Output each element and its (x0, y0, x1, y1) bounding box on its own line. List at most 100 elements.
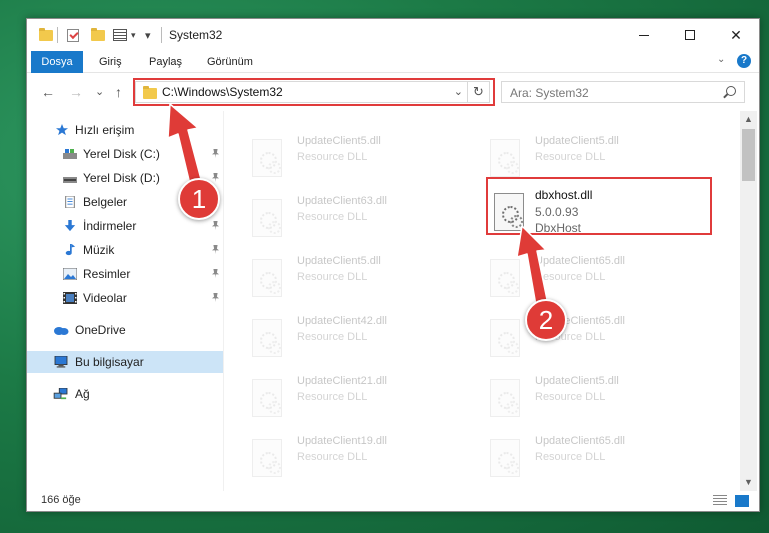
tab-view[interactable]: Görünüm (199, 51, 261, 73)
file-name: UpdateClient21.dll (297, 375, 387, 387)
pin-icon (212, 269, 219, 278)
file-name: UpdateClient63.dll (297, 195, 387, 207)
cloud-icon (54, 327, 69, 335)
list-item[interactable]: UpdateClient19.dll Resource DLL (224, 429, 450, 483)
scroll-thumb[interactable] (742, 129, 755, 181)
details-view-icon[interactable] (713, 495, 727, 507)
sidebar-item-music[interactable]: Müzik (27, 239, 223, 261)
dll-file-icon (252, 139, 282, 177)
dll-file-icon (490, 139, 520, 177)
tab-share[interactable]: Paylaş (141, 51, 190, 73)
sidebar-item-label: Müzik (83, 243, 115, 257)
search-box[interactable]: Ara: System32 (501, 81, 745, 103)
callout-badge-1: 1 (178, 178, 220, 220)
status-bar: 166 öğe (27, 491, 759, 511)
close-icon: ✕ (730, 26, 742, 43)
list-item[interactable]: UpdateClient21.dll Resource DLL (224, 369, 450, 423)
forward-button[interactable]: → (69, 84, 83, 100)
dll-file-icon (252, 439, 282, 477)
sidebar-item-network[interactable]: Ağ (27, 383, 223, 405)
list-item[interactable]: UpdateClient5.dll Resource DLL (224, 249, 450, 303)
dll-file-icon (252, 319, 282, 357)
file-name: UpdateClient42.dll (297, 315, 387, 327)
videos-icon (63, 292, 77, 304)
sidebar-item-this-pc[interactable]: Bu bilgisayar (27, 351, 223, 373)
dll-file-icon (490, 439, 520, 477)
expand-ribbon-icon[interactable]: ⌄ (717, 54, 725, 65)
dll-file-icon (252, 379, 282, 417)
callout-badge-2: 2 (525, 299, 567, 341)
vertical-scrollbar[interactable]: ▲ ▼ (740, 111, 757, 491)
properties-list-icon[interactable] (113, 27, 127, 43)
tab-file[interactable]: Dosya (31, 51, 83, 73)
maximize-button[interactable] (667, 19, 713, 51)
file-description: Resource DLL (535, 391, 606, 403)
music-icon (65, 244, 76, 256)
computer-icon (54, 356, 68, 368)
window-title: System32 (169, 28, 223, 42)
file-description: Resource DLL (297, 451, 368, 463)
sidebar-item-label: Resimler (83, 267, 131, 281)
list-item[interactable]: UpdateClient65.dll Resource DLL (462, 429, 688, 483)
scroll-up-icon[interactable]: ▲ (740, 111, 757, 128)
sidebar-item-label: Videolar (83, 291, 127, 305)
title-bar: ▾ ▾ System32 ✕ (27, 19, 759, 51)
sidebar-item-label: Hızlı erişim (75, 123, 135, 137)
file-description: Resource DLL (297, 391, 368, 403)
file-description: Resource DLL (297, 271, 368, 283)
dll-file-icon (252, 199, 282, 237)
list-item[interactable]: UpdateClient42.dll Resource DLL (224, 309, 450, 363)
sidebar-item-onedrive[interactable]: OneDrive (27, 319, 223, 341)
new-folder-icon[interactable] (91, 27, 105, 43)
sidebar-item-label: Belgeler (83, 195, 128, 209)
pin-icon (212, 293, 219, 302)
list-item[interactable]: UpdateClient65.dll Resource DLL (462, 249, 688, 303)
sidebar-item-label: İndirmeler (83, 219, 137, 233)
download-icon (64, 220, 76, 232)
file-description: Resource DLL (297, 151, 368, 163)
maximize-icon (685, 30, 695, 40)
list-item[interactable]: UpdateClient5.dll Resource DLL (462, 369, 688, 423)
pictures-icon (63, 268, 77, 280)
dll-file-icon (490, 379, 520, 417)
separator (57, 27, 58, 43)
help-icon[interactable]: ? (737, 54, 751, 68)
list-item[interactable]: UpdateClient5.dll Resource DLL (462, 129, 688, 183)
list-item[interactable]: UpdateClient65.dll Resource DLL (462, 309, 688, 363)
drive-d-icon (63, 177, 77, 183)
scroll-down-icon[interactable]: ▼ (740, 474, 757, 491)
up-button[interactable]: ↑ (115, 84, 122, 100)
sidebar-item-label: Yerel Disk (C:) (83, 147, 160, 161)
sidebar-item-videos[interactable]: Videolar (27, 287, 223, 309)
file-name: UpdateClient5.dll (535, 375, 619, 387)
tiles-view-icon[interactable] (735, 495, 749, 507)
file-name: UpdateClient19.dll (297, 435, 387, 447)
separator (161, 27, 162, 43)
file-name: UpdateClient5.dll (297, 135, 381, 147)
list-item[interactable]: UpdateClient63.dll Resource DLL (224, 189, 450, 243)
customize-chevron-icon[interactable]: ▾ (131, 27, 136, 43)
minimize-button[interactable] (621, 19, 667, 51)
sidebar-item-label: Yerel Disk (D:) (83, 171, 160, 185)
file-description: Resource DLL (297, 211, 368, 223)
documents-icon (65, 196, 75, 208)
minimize-icon (639, 34, 649, 36)
recent-locations-button[interactable]: ⌄ (95, 84, 104, 100)
file-name: UpdateClient65.dll (535, 435, 625, 447)
sidebar-item-pictures[interactable]: Resimler (27, 263, 223, 285)
search-input[interactable]: Ara: System32 (510, 86, 589, 100)
close-button[interactable]: ✕ (713, 19, 759, 51)
drive-c-icon (63, 149, 77, 159)
properties-check-icon[interactable] (67, 27, 79, 43)
quick-access-dropdown-icon[interactable]: ▾ (145, 27, 151, 43)
pin-icon (212, 221, 219, 230)
sidebar-item-label: Ağ (75, 387, 90, 401)
dll-file-icon (252, 259, 282, 297)
tab-home[interactable]: Giriş (91, 51, 130, 73)
network-icon (53, 388, 68, 400)
star-icon (56, 124, 68, 136)
file-description: Resource DLL (535, 451, 606, 463)
pin-icon (212, 245, 219, 254)
list-item[interactable]: UpdateClient5.dll Resource DLL (224, 129, 450, 183)
back-button[interactable]: ← (41, 84, 55, 100)
